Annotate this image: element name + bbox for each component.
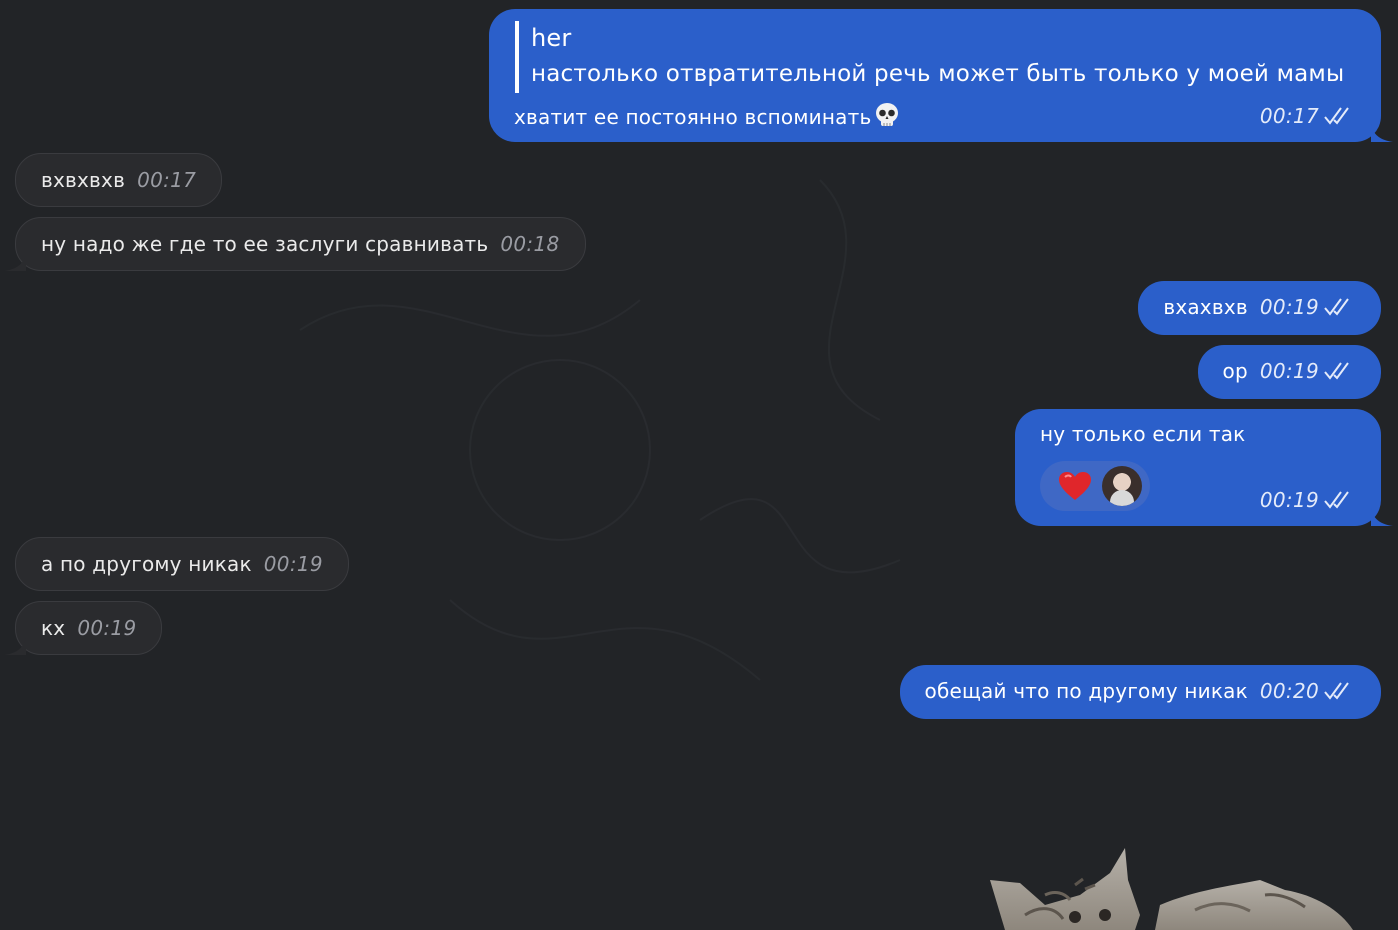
reactor-avatar[interactable] — [1102, 466, 1142, 506]
message-outgoing[interactable]: обещай что по другому никак 00:20 — [899, 665, 1381, 719]
message-time: 00:17 — [137, 168, 197, 192]
message-outgoing[interactable]: her настолько отвратительной речь может … — [489, 9, 1393, 142]
message-time: 00:20 — [1259, 679, 1319, 703]
message-text: ор — [1222, 359, 1248, 383]
bubble-tail — [1371, 508, 1393, 526]
message-time: 00:19 — [1259, 488, 1319, 512]
message-time: 00:19 — [1259, 295, 1319, 319]
bubble-tail — [4, 253, 26, 271]
read-checkmarks-icon — [1324, 491, 1349, 509]
message-text: обещай что по другому никак — [924, 679, 1248, 703]
message-time: 00:19 — [1259, 359, 1319, 383]
read-checkmarks-icon — [1324, 298, 1349, 316]
skull-emoji-icon — [876, 103, 899, 126]
message-text: ну надо же где то ее заслуги сравнивать — [41, 232, 489, 256]
message-time: 00:18 — [500, 232, 560, 256]
message-text: а по другому никак — [41, 552, 252, 576]
heart-emoji-icon — [1059, 472, 1091, 500]
message-outgoing[interactable]: ор 00:19 — [1197, 345, 1381, 399]
message-text: хватит ее постоянно вспоминать — [514, 105, 872, 129]
message-text: вхахвхв — [1163, 295, 1248, 319]
reaction-pill[interactable] — [1040, 461, 1150, 511]
read-checkmarks-icon — [1324, 107, 1349, 125]
message-incoming[interactable]: ну надо же где то ее заслуги сравнивать 0… — [4, 217, 586, 271]
bubble-tail — [1371, 124, 1393, 142]
message-incoming[interactable]: вхвхвхв 00:17 — [15, 153, 223, 207]
message-incoming[interactable]: а по другому никак 00:19 — [15, 537, 349, 591]
read-checkmarks-icon — [1324, 362, 1349, 380]
reply-text: настолько отвратительной речь может быть… — [531, 61, 1345, 87]
message-time: 00:19 — [77, 616, 137, 640]
message-time: 00:19 — [263, 552, 323, 576]
reply-quote[interactable]: her настолько отвратительной речь может … — [515, 21, 1355, 93]
read-checkmarks-icon — [1324, 682, 1349, 700]
kitten-sticker-icon[interactable] — [985, 845, 1365, 930]
message-text: ну только если так — [1040, 422, 1246, 446]
message-text: кх — [41, 616, 66, 640]
reply-author: her — [531, 24, 572, 52]
bubble-tail — [4, 637, 26, 655]
message-time: 00:17 — [1259, 104, 1319, 128]
message-outgoing[interactable]: ну только если так 00:19 — [1015, 409, 1393, 526]
message-text: вхвхвхв — [41, 168, 126, 192]
message-incoming[interactable]: кх 00:19 — [4, 601, 163, 655]
message-outgoing[interactable]: вхахвхв 00:19 — [1138, 281, 1381, 335]
